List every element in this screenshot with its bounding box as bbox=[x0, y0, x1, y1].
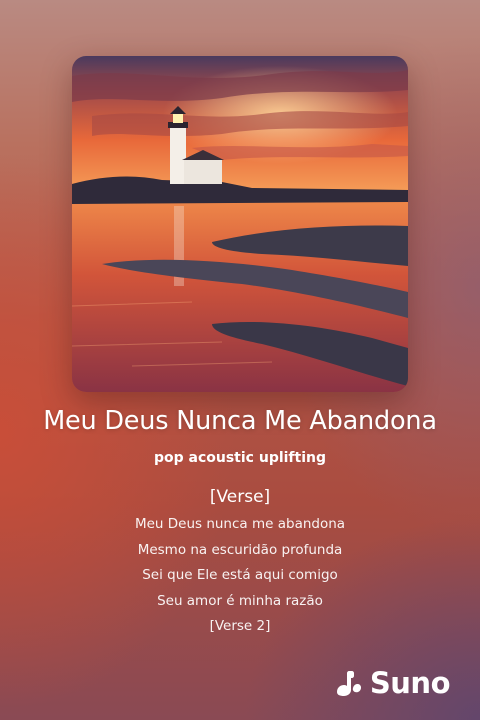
suno-logo-icon bbox=[336, 671, 361, 696]
cover-artwork bbox=[72, 56, 408, 392]
lyrics-line: Seu amor é minha razão bbox=[157, 592, 323, 609]
lyrics-block: [Verse] Meu Deus nunca me abandona Mesmo… bbox=[0, 484, 480, 640]
lyrics-line: [Verse 2] bbox=[209, 618, 271, 634]
lyrics-line: Sei que Ele está aqui comigo bbox=[142, 567, 338, 583]
lyrics-line: Mesmo na escuridão profunda bbox=[137, 541, 343, 558]
suno-brand: Suno bbox=[334, 666, 451, 700]
song-title: Meu Deus Nunca Me Abandona bbox=[43, 406, 437, 436]
lyrics-section-label: [Verse] bbox=[209, 487, 271, 507]
song-style-tags: pop acoustic uplifting bbox=[153, 450, 327, 466]
lighthouse-sunset-image bbox=[72, 56, 408, 392]
lyrics-line: Meu Deus nunca me abandona bbox=[134, 516, 346, 532]
suno-wordmark: Suno bbox=[369, 666, 451, 700]
